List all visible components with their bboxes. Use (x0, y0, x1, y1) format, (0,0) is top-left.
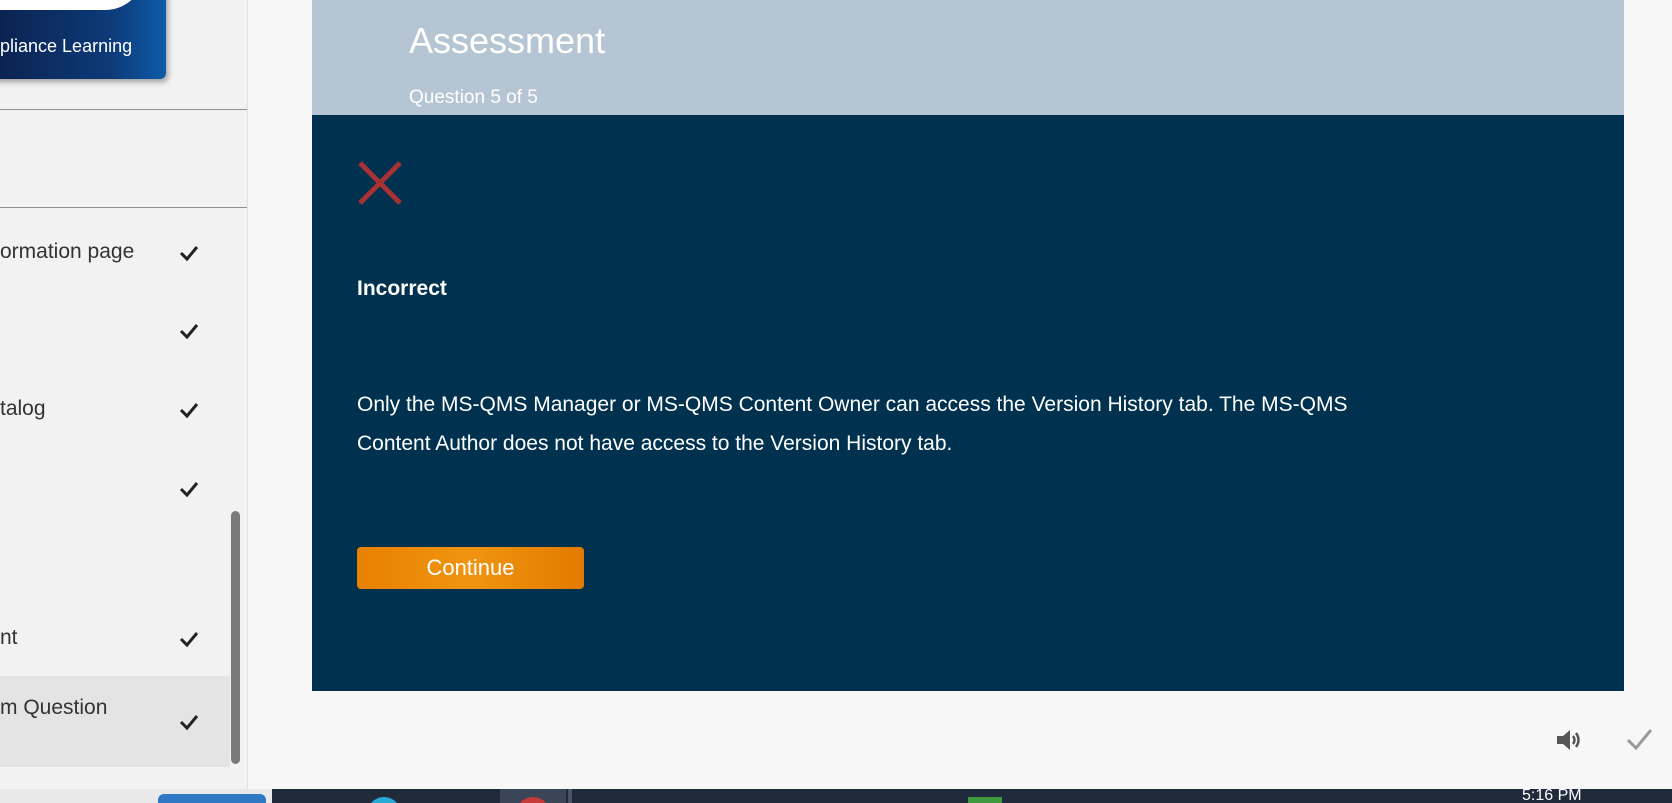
sidebar-item-catalog[interactable]: talog (0, 375, 230, 445)
sidebar-scrollbar[interactable] (231, 511, 240, 764)
sidebar-item-information-page[interactable]: ormation page (0, 218, 230, 288)
sidebar-item-5[interactable] (0, 530, 230, 600)
assessment-header: Assessment Question 5 of 5 (312, 0, 1624, 115)
logo-swoosh (0, 0, 145, 10)
continue-button[interactable]: Continue (357, 547, 584, 589)
taskbar-clock: 5:16 PM (1522, 788, 1582, 803)
sidebar-divider (0, 109, 247, 110)
checkmark-icon (179, 632, 199, 648)
result-title: Incorrect (357, 277, 447, 300)
sidebar-item-label: m Question (0, 696, 108, 719)
taskbar-app-icon[interactable] (968, 797, 1002, 803)
sidebar-item-label: talog (0, 397, 46, 420)
checkmark-icon (179, 324, 199, 340)
taskbar-divider (568, 789, 572, 803)
question-progress: Question 5 of 5 (409, 87, 538, 108)
sidebar-item-exam-question[interactable]: m Question (0, 676, 230, 767)
checkmark-icon (179, 482, 199, 498)
course-sidebar: pliance Learning ormation page talog nt … (0, 0, 248, 790)
logo-text: pliance Learning (0, 36, 133, 56)
speaker-icon[interactable] (1555, 727, 1585, 753)
feedback-panel: Incorrect Only the MS-QMS Manager or MS-… (312, 115, 1624, 691)
sidebar-item-4[interactable] (0, 454, 230, 524)
sidebar-item-label: nt (0, 626, 18, 649)
sidebar-item-assessment[interactable]: nt (0, 604, 230, 674)
checkmark-icon (179, 403, 199, 419)
checkmark-icon (179, 246, 199, 262)
feedback-text: Only the MS-QMS Manager or MS-QMS Conten… (357, 393, 1348, 455)
sidebar-divider (0, 207, 247, 208)
checkmark-icon[interactable] (1624, 724, 1654, 754)
x-icon (358, 161, 402, 205)
sidebar-item-2[interactable] (0, 296, 230, 366)
course-logo: pliance Learning (0, 0, 166, 79)
sidebar-item-label: ormation page (0, 240, 135, 263)
page-title: Assessment (409, 20, 606, 61)
checkmark-icon (179, 715, 199, 731)
sidebar-action-button[interactable] (158, 794, 266, 803)
